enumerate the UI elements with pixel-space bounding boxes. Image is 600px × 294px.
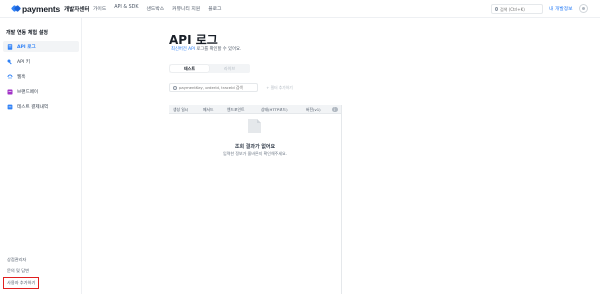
sidebar-title: 개발 연동 체험 설정 [6,30,49,36]
sidebar-item-test-payments[interactable]: 테스트 결제내역 [3,101,79,112]
nav-community[interactable]: 커뮤니티 지원 [172,5,200,12]
sidebar-item-api-key[interactable]: API 키 [3,56,79,67]
sidebar-item-label: 브랜드페이 [17,89,39,95]
latest-api-link[interactable]: 최신버전 API [171,47,195,52]
search-box[interactable] [491,4,543,14]
log-table-header: 생성 일시 메서드 엔드포인트 상태(HTTP코드) 버전(v1) [169,105,341,114]
sidebar-item-brandpay[interactable]: 브랜드페이 [3,86,79,97]
nav-api-sdk[interactable]: API & SDK [114,5,138,12]
column-status: 상태(HTTP코드) [261,107,288,112]
empty-state-description: 입력한 정보가 올바른지 확인해주세요. [223,151,287,156]
logo-subtitle: 개발자센터 [64,7,90,13]
nav-blog[interactable]: 블로그 [208,5,221,12]
sidebar-item-label: 웹훅 [17,74,26,80]
avatar[interactable] [579,4,588,13]
column-version: 버전(v1) [306,107,321,112]
sidebar-item-webhook[interactable]: 웹훅 [3,71,79,82]
search-icon [173,85,177,90]
empty-state-title: 조회 결과가 없어요 [234,144,276,150]
nav-guide[interactable]: 가이드 [93,5,106,12]
top-header: payments 개발자센터 가이드 API & SDK 샌드박스 커뮤니티 지… [0,0,600,18]
search-icon [495,7,498,11]
column-created-at: 생성 일시 [173,107,189,112]
column-method: 메서드 [203,107,214,112]
sidebar-item-api-log[interactable]: API 로그 [3,41,79,52]
receipt-icon [7,104,13,109]
tab-test[interactable]: 테스트 [170,65,209,72]
sidebar-item-label: 테스트 결제내역 [17,104,49,110]
logo[interactable]: payments 개발자센터 [12,4,89,14]
logo-mark-icon [12,5,20,13]
empty-document-icon [248,119,261,133]
page-description: 최신버전 API 로그를 확인할 수 있어요. [171,46,241,52]
page-description-text: 로그를 확인할 수 있어요. [194,47,242,52]
merchant-admin-link[interactable]: 상점관리자 [7,257,26,263]
table-divider [341,105,342,294]
info-icon[interactable]: i [332,106,338,112]
highlight-box [3,277,39,289]
webhook-icon [7,74,13,78]
nav-sandbox[interactable]: 샌드박스 [147,5,165,12]
top-nav: 가이드 API & SDK 샌드박스 커뮤니티 지원 블로그 [93,5,221,12]
key-icon [7,59,12,64]
log-search-input[interactable] [179,85,257,90]
sidebar-item-label: API 로그 [17,44,36,50]
column-endpoint: 엔드포인트 [227,107,245,112]
sidebar: 개발 연동 체험 설정 API 로그 API 키 웹훅 브랜드페이 테스트 결제… [0,18,82,294]
logo-text: payments [22,4,61,14]
sidebar-item-label: API 키 [17,59,30,65]
brandpay-icon [7,89,13,94]
inquiry-link[interactable]: 문의 및 답변 [7,268,29,274]
search-input[interactable] [500,6,542,12]
tab-live[interactable]: 라이브 [210,65,249,72]
document-icon [7,43,13,50]
my-dev-info-link[interactable]: 내 개발정보 [549,5,573,12]
log-search-box[interactable] [169,83,258,92]
environment-toggle: 테스트 라이브 [169,64,250,73]
add-filter-button[interactable]: + 필터 추가하기 [262,83,297,92]
